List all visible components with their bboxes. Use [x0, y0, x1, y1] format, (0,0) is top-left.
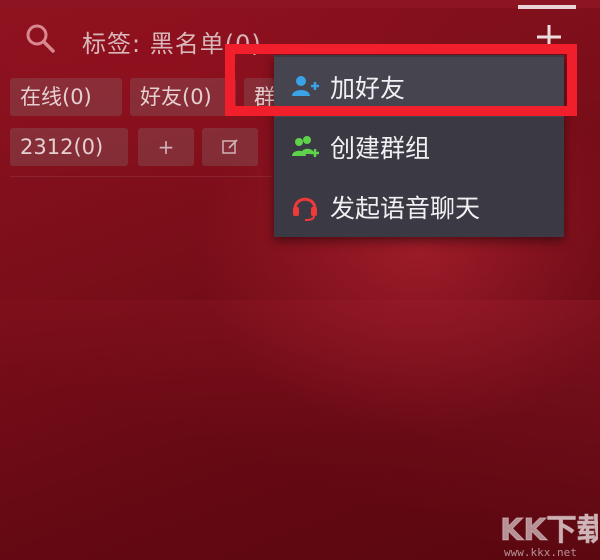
tag-friends[interactable]: 好友(0) [130, 78, 236, 116]
add-tag-button[interactable]: + [138, 128, 194, 166]
window-top-accent [518, 5, 576, 9]
menu-item-create-group[interactable]: 创建群组 [274, 117, 564, 177]
create-group-icon [292, 136, 319, 157]
kk-logo-icon: KK下载 [500, 513, 599, 547]
menu-item-label: 创建群组 [330, 134, 431, 163]
watermark: KK下载 www.kkx.net [498, 508, 599, 560]
edit-icon [222, 139, 238, 154]
menu-item-label: 发起语音聊天 [330, 194, 481, 223]
window-top-bar [0, 0, 600, 8]
tag-2312[interactable]: 2312(0) [10, 128, 128, 166]
headset-icon [293, 197, 317, 221]
tag-divider [10, 176, 272, 177]
svg-text:KK下载: KK下载 [500, 513, 598, 546]
highlight-annotation-box [225, 44, 577, 116]
watermark-url: www.kkx.net [504, 546, 577, 559]
tag-online[interactable]: 在线(0) [10, 78, 122, 116]
search-icon[interactable] [24, 22, 56, 54]
menu-item-voice-chat[interactable]: 发起语音聊天 [274, 177, 564, 237]
edit-tag-button[interactable] [202, 128, 258, 166]
